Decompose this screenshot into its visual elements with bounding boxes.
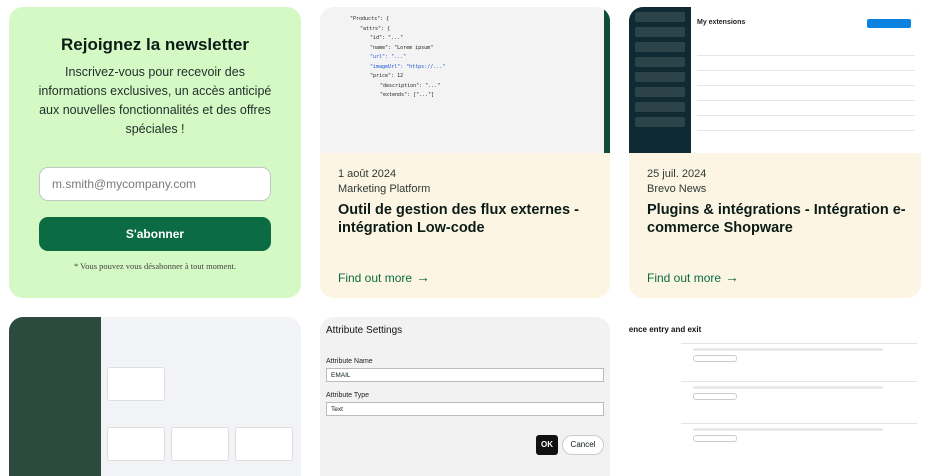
code-line: "Products": { bbox=[350, 16, 390, 22]
article-meta: 1 août 2024 Marketing Platform bbox=[338, 167, 430, 197]
integration-tile bbox=[235, 427, 293, 461]
article-thumbnail: "Products": { "attrs": { "id": "..." "na… bbox=[320, 7, 610, 153]
code-line: "id": "..." bbox=[370, 35, 404, 41]
find-out-more-link[interactable]: Find out more → bbox=[647, 269, 739, 285]
article-card[interactable]: My extensions 25 juil. 2024 Brevo News P… bbox=[629, 7, 921, 298]
article-category: Brevo News bbox=[647, 183, 707, 195]
subscribe-button[interactable]: S'abonner bbox=[39, 217, 271, 251]
find-out-more-link[interactable]: Find out more → bbox=[338, 269, 430, 285]
article-thumbnail: My extensions bbox=[629, 7, 921, 153]
attribute-type-label: Attribute Type bbox=[326, 392, 370, 399]
thumbnail-sidebar bbox=[9, 317, 101, 476]
attribute-name-label: Attribute Name bbox=[326, 358, 373, 365]
arrow-right-icon: → bbox=[416, 269, 431, 285]
attribute-type-select: Text bbox=[326, 402, 604, 416]
integration-tile bbox=[171, 427, 229, 461]
article-date: 1 août 2024 bbox=[338, 168, 397, 180]
find-out-more-label: Find out more bbox=[338, 271, 413, 285]
article-meta: 25 juil. 2024 Brevo News bbox=[647, 167, 706, 197]
article-thumbnail[interactable]: Attribute Settings Attribute Name EMAIL … bbox=[320, 317, 610, 476]
article-thumbnail[interactable] bbox=[9, 317, 301, 476]
option-block bbox=[681, 381, 917, 415]
newsletter-description: Inscrivez-vous pour recevoir des informa… bbox=[38, 65, 272, 136]
email-input[interactable] bbox=[39, 167, 271, 201]
ok-button: OK bbox=[536, 435, 558, 455]
code-line: "name": "Lorem ipsum" bbox=[370, 44, 434, 51]
dashboard-main: My extensions bbox=[697, 19, 915, 131]
cancel-button: Cancel bbox=[562, 435, 604, 455]
code-line: "extends": ["..."] bbox=[380, 92, 435, 98]
code-line: "imageUrl": "https://..." bbox=[370, 63, 446, 70]
article-title: Plugins & intégrations - Intégration e-c… bbox=[647, 202, 906, 236]
dashboard-sidebar bbox=[629, 7, 691, 153]
integration-tile bbox=[107, 427, 165, 461]
code-line: "description": "..." bbox=[380, 82, 441, 89]
arrow-right-icon: → bbox=[725, 269, 740, 285]
attribute-name-field: EMAIL bbox=[326, 368, 604, 382]
article-date: 25 juil. 2024 bbox=[647, 168, 707, 180]
newsletter-card: Rejoignez la newsletter Inscrivez-vous p… bbox=[9, 7, 301, 298]
code-line: "url": "..." bbox=[370, 54, 407, 60]
find-out-more-label: Find out more bbox=[647, 271, 722, 285]
integration-tile bbox=[107, 367, 165, 401]
article-title: Outil de gestion des flux externes - int… bbox=[338, 202, 579, 236]
option-block bbox=[681, 343, 917, 377]
newsletter-title: Rejoignez la newsletter bbox=[61, 35, 249, 54]
code-line: "attrs": { bbox=[360, 25, 391, 32]
dashboard-button bbox=[867, 19, 911, 28]
audience-title: Audience entry and exit bbox=[629, 325, 702, 334]
attribute-settings-title: Attribute Settings bbox=[326, 325, 403, 336]
option-block bbox=[681, 423, 917, 457]
article-thumbnail[interactable]: Audience entry and exit bbox=[629, 317, 921, 476]
unsubscribe-note: * Vous pouvez vous désabonner à tout mom… bbox=[73, 261, 237, 271]
article-card[interactable]: "Products": { "attrs": { "id": "..." "na… bbox=[320, 7, 610, 298]
code-line: "price": 12 bbox=[370, 73, 404, 79]
article-category: Marketing Platform bbox=[338, 183, 431, 195]
